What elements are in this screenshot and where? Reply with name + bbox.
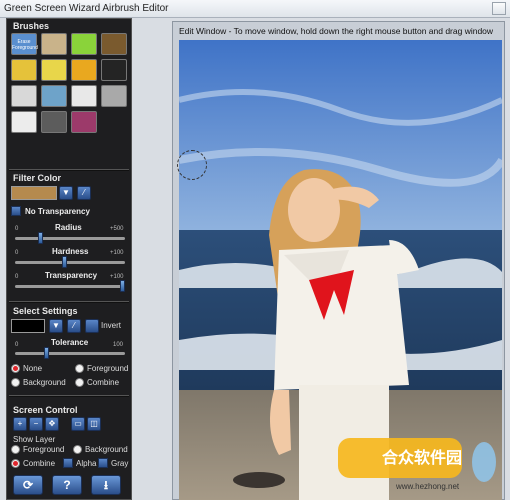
brush-color-ovals[interactable] [11, 59, 37, 81]
select-radio-combine[interactable] [75, 378, 84, 387]
brush-texture-dots[interactable] [101, 33, 127, 55]
transparency-slider-track[interactable] [15, 285, 125, 288]
brushes-title: Brushes [13, 21, 50, 31]
radius-slider-track[interactable] [15, 237, 125, 240]
divider [9, 395, 129, 397]
refresh-icon: ⟳ [22, 478, 34, 492]
select-option-foreground-label: Foreground [87, 364, 129, 373]
transparency-min-label: 0 [15, 274, 19, 280]
fit-window-button[interactable]: ▭ [71, 417, 85, 431]
watermark-logo: 合众软件园 www.hezhong.net [336, 434, 506, 496]
show-layer-label: Show Layer [13, 435, 56, 444]
tolerance-slider-thumb[interactable] [44, 347, 50, 359]
filter-color-swatch[interactable] [11, 186, 57, 200]
tolerance-min-label: 0 [15, 342, 19, 348]
select-radio-background[interactable] [11, 378, 20, 387]
tolerance-label: Tolerance [51, 338, 89, 347]
brush-bride[interactable] [11, 85, 37, 107]
divider [9, 169, 129, 171]
brush-yellow-blue[interactable] [41, 59, 67, 81]
brush-label: Erase Foreground [12, 39, 38, 51]
invert-checkbox[interactable] [85, 319, 99, 333]
hardness-slider-thumb[interactable] [62, 256, 68, 268]
watermark-text: 合众软件园 [382, 448, 463, 467]
transparency-label: Transparency [45, 271, 98, 280]
tolerance-max-label: 100 [113, 342, 124, 348]
brush-grey-tiles[interactable] [101, 85, 127, 107]
layer-radio-combine[interactable] [11, 459, 20, 468]
radius-slider-thumb[interactable] [38, 232, 44, 244]
control-panel: Brushes Erase Foreground Filter Color ▼ … [6, 18, 132, 500]
layer-foreground-label: Foreground [23, 445, 65, 454]
photo-canvas[interactable] [179, 40, 502, 500]
select-color-swatch[interactable] [11, 319, 45, 333]
gray-checkbox[interactable] [98, 458, 108, 468]
brush-cursor [177, 150, 207, 180]
radius-max-label: +500 [110, 226, 124, 232]
brush-white-tube[interactable] [71, 85, 97, 107]
edit-window-title: Edit Window - To move window, hold down … [179, 26, 494, 36]
radius-min-label: 0 [15, 226, 19, 232]
hardness-max-label: +100 [110, 250, 124, 256]
brush-palette[interactable] [71, 111, 97, 133]
brush-grid: Erase Foreground [11, 33, 129, 133]
zoom-out-button[interactable]: − [29, 417, 43, 431]
gray-label: Gray [111, 459, 129, 468]
brush-lightbulb[interactable] [11, 111, 37, 133]
filter-eyedropper-button[interactable]: ⁄ [77, 186, 91, 200]
filter-color-title: Filter Color [13, 173, 62, 183]
no-transparency-label: No Transparency [25, 207, 90, 216]
layer-radio-foreground[interactable] [11, 445, 20, 454]
select-eyedropper-button[interactable]: ⁄ [67, 319, 81, 333]
hardness-label: Hardness [52, 247, 89, 256]
actual-size-button[interactable]: ◫ [87, 417, 101, 431]
move-button[interactable]: ✥ [45, 417, 59, 431]
divider [9, 301, 129, 303]
reset-button[interactable]: ⟳ [13, 475, 43, 495]
save-button[interactable]: ⭳ [91, 475, 121, 495]
layer-background-label: Background [85, 445, 128, 454]
brush-tuxedo[interactable] [101, 59, 127, 81]
hardness-min-label: 0 [15, 250, 19, 256]
radius-label: Radius [55, 223, 82, 232]
brush-grey-gradient[interactable] [41, 111, 67, 133]
layer-radio-background[interactable] [73, 445, 82, 454]
watermark-url: www.hezhong.net [396, 482, 460, 491]
window-titlebar: Green Screen Wizard Airbrush Editor [0, 0, 510, 18]
tolerance-slider-track[interactable] [15, 352, 125, 355]
screen-control-title: Screen Control [13, 405, 78, 415]
invert-label: Invert [101, 321, 122, 330]
window-close-button[interactable] [492, 2, 506, 15]
alpha-checkbox[interactable] [63, 458, 73, 468]
select-color-dropdown-button[interactable]: ▼ [49, 319, 63, 333]
select-option-combine-label: Combine [87, 378, 120, 387]
select-radio-none[interactable] [11, 364, 20, 373]
select-option-background-label: Background [23, 378, 66, 387]
brush-bird[interactable] [71, 59, 97, 81]
select-settings-title: Select Settings [13, 306, 78, 316]
download-icon: ⭳ [103, 478, 109, 492]
filter-color-dropdown-button[interactable]: ▼ [59, 186, 73, 200]
hardness-slider-track[interactable] [15, 261, 125, 264]
help-label: ? [63, 478, 71, 492]
beach-photo [179, 40, 502, 500]
select-option-none-label: None [23, 364, 43, 373]
select-radio-foreground[interactable] [75, 364, 84, 373]
zoom-in-button[interactable]: + [13, 417, 27, 431]
brush-palm-tree[interactable] [41, 85, 67, 107]
brush-flowers[interactable] [41, 33, 67, 55]
window-title: Green Screen Wizard Airbrush Editor [4, 3, 169, 14]
no-transparency-checkbox[interactable] [11, 206, 21, 216]
brush-erase-foreground[interactable]: Erase Foreground [11, 33, 38, 55]
transparency-slider-thumb[interactable] [120, 280, 125, 292]
layer-combine-label: Combine [23, 459, 56, 468]
alpha-label: Alpha [76, 459, 97, 468]
edit-window[interactable]: Edit Window - To move window, hold down … [172, 21, 505, 500]
help-button[interactable]: ? [52, 475, 82, 495]
brush-green-gradient[interactable] [71, 33, 97, 55]
